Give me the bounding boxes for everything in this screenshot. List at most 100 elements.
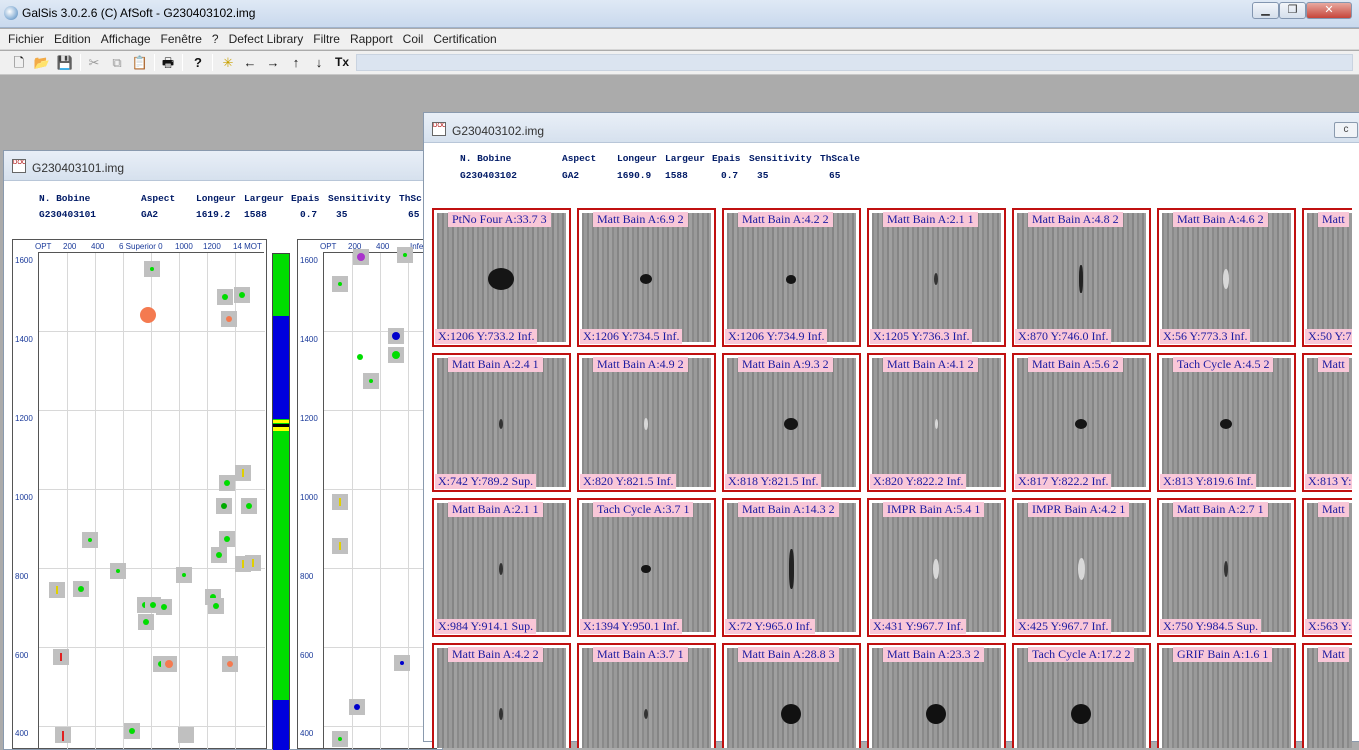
defect-tile[interactable]: Matt Bain A:3.7 1 (577, 643, 716, 748)
defect-tile[interactable]: Matt Bain A:4.9 2 X:820 Y:821.5 Inf. (577, 353, 716, 492)
defect-marker[interactable] (216, 498, 232, 514)
defect-marker[interactable] (397, 247, 413, 263)
defect-tile[interactable]: Matt (1302, 643, 1352, 748)
defect-tile[interactable]: IMPR Bain A:5.4 1 X:431 Y:967.7 Inf. (867, 498, 1006, 637)
menu-certification[interactable]: Certification (429, 29, 500, 49)
defect-marker[interactable] (144, 261, 160, 277)
menu-affichage[interactable]: Affichage (97, 29, 155, 49)
defect-tile[interactable]: Matt Bain A:14.3 2 X:72 Y:965.0 Inf. (722, 498, 861, 637)
defect-marker[interactable] (349, 699, 365, 715)
window-close-button[interactable]: c (1334, 122, 1358, 138)
superior-defect-map[interactable]: OPT 200 400 6 Superior 0 1000 1200 14 MO… (12, 239, 267, 749)
menu-help[interactable]: ? (208, 29, 223, 49)
defect-marker[interactable] (156, 599, 172, 615)
maximize-button[interactable]: ❐ (1279, 2, 1306, 19)
defect-tile[interactable]: Tach Cycle A:3.7 1 X:1394 Y:950.1 Inf. (577, 498, 716, 637)
defect-marker[interactable] (138, 614, 154, 630)
defect-tile[interactable]: GRIF Bain A:1.6 1 (1157, 643, 1296, 748)
defect-marker[interactable] (221, 311, 237, 327)
defect-marker[interactable] (219, 475, 235, 491)
close-button[interactable]: ✕ (1306, 2, 1352, 19)
coil-map-window[interactable]: DOC G230403101.img N. Bobine Aspect Long… (3, 150, 443, 750)
cut-icon[interactable]: ✂ (84, 53, 104, 72)
inferior-defect-map[interactable]: OPT 200 400 Infe 1600 1400 1200 1000 800… (297, 239, 437, 749)
defect-tile[interactable]: Matt Bain A:6.9 2 X:1206 Y:734.5 Inf. (577, 208, 716, 347)
menu-defect-library[interactable]: Defect Library (225, 29, 308, 49)
arrow-left-icon[interactable]: ← (240, 53, 260, 72)
help-icon[interactable]: ? (188, 53, 208, 72)
save-icon[interactable]: 💾 (55, 53, 75, 72)
defect-marker[interactable] (388, 328, 404, 344)
defect-tile[interactable]: Matt Bain A:2.1 1 X:1205 Y:736.3 Inf. (867, 208, 1006, 347)
defect-gallery-window[interactable]: DOC G230403102.img c N. Bobine Aspect Lo… (423, 112, 1359, 748)
defect-marker[interactable] (124, 723, 140, 739)
menu-fenetre[interactable]: Fenêtre (157, 29, 206, 49)
defect-tile[interactable]: Matt Bain A:2.1 1 X:984 Y:914.1 Sup. (432, 498, 571, 637)
defect-marker[interactable] (176, 567, 192, 583)
menu-fichier[interactable]: Fichier (4, 29, 48, 49)
window-title-bar[interactable]: DOC G230403102.img c (424, 113, 1359, 143)
defect-marker[interactable] (53, 649, 69, 665)
defect-marker[interactable] (161, 656, 177, 672)
arrow-down-icon[interactable]: ↓ (309, 53, 329, 72)
defect-tile[interactable]: Tach Cycle A:17.2 2 (1012, 643, 1151, 748)
sparkle-icon[interactable]: ✳ (218, 53, 238, 72)
defect-marker[interactable] (353, 249, 369, 265)
defect-marker[interactable] (211, 547, 227, 563)
defect-marker[interactable] (82, 532, 98, 548)
defect-marker[interactable] (332, 731, 348, 747)
defect-marker[interactable] (357, 354, 363, 360)
arrow-up-icon[interactable]: ↑ (286, 53, 306, 72)
defect-marker[interactable] (363, 373, 379, 389)
defect-marker[interactable] (73, 581, 89, 597)
print-icon[interactable]: 🖶 (158, 53, 178, 72)
defect-tile[interactable]: Matt Bain A:23.3 2 (867, 643, 1006, 748)
new-file-icon[interactable]: 🗋 (9, 53, 29, 72)
menu-filtre[interactable]: Filtre (309, 29, 344, 49)
defect-tile[interactable]: Matt X:813 Y: (1302, 353, 1352, 492)
defect-tile[interactable]: Matt X:50 Y:7 (1302, 208, 1352, 347)
defect-tile[interactable]: Matt Bain A:4.8 2 X:870 Y:746.0 Inf. (1012, 208, 1151, 347)
menu-edition[interactable]: Edition (50, 29, 95, 49)
defect-marker[interactable] (241, 498, 257, 514)
defect-marker[interactable] (388, 347, 404, 363)
menu-coil[interactable]: Coil (399, 29, 428, 49)
defect-tile[interactable]: Matt Bain A:28.8 3 (722, 643, 861, 748)
defect-tile[interactable]: Matt Bain A:4.2 2 X:1206 Y:734.9 Inf. (722, 208, 861, 347)
defect-tile[interactable]: Matt Bain A:4.1 2 X:820 Y:822.2 Inf. (867, 353, 1006, 492)
menu-rapport[interactable]: Rapport (346, 29, 397, 49)
defect-marker[interactable] (245, 555, 261, 571)
defect-tile[interactable]: Matt X:563 Y: (1302, 498, 1352, 637)
defect-tile[interactable]: PtNo Four A:33.7 3 X:1206 Y:733.2 Inf. (432, 208, 571, 347)
tx-icon[interactable]: Tx (332, 53, 352, 72)
defect-marker[interactable] (394, 655, 410, 671)
defect-marker[interactable] (217, 289, 233, 305)
defect-tile[interactable]: Matt Bain A:9.3 2 X:818 Y:821.5 Inf. (722, 353, 861, 492)
defect-marker[interactable] (55, 727, 71, 743)
window-title-bar[interactable]: DOC G230403101.img (4, 151, 442, 181)
defect-tile[interactable]: Matt Bain A:2.4 1 X:742 Y:789.2 Sup. (432, 353, 571, 492)
defect-marker[interactable] (49, 582, 65, 598)
minimize-button[interactable]: ▁ (1252, 2, 1279, 19)
defect-marker[interactable] (332, 276, 348, 292)
open-folder-icon[interactable]: 📂 (32, 53, 52, 72)
defect-tile[interactable]: Matt Bain A:4.6 2 X:56 Y:773.3 Inf. (1157, 208, 1296, 347)
defect-tile[interactable]: Matt Bain A:5.6 2 X:817 Y:822.2 Inf. (1012, 353, 1151, 492)
defect-marker[interactable] (140, 307, 156, 323)
defect-tile[interactable]: IMPR Bain A:4.2 1 X:425 Y:967.7 Inf. (1012, 498, 1151, 637)
defect-marker[interactable] (234, 287, 250, 303)
defect-marker[interactable] (332, 494, 348, 510)
defect-marker[interactable] (110, 563, 126, 579)
copy-icon[interactable]: ⧉ (107, 53, 127, 72)
defect-marker[interactable] (178, 727, 194, 743)
defect-tile[interactable]: Tach Cycle A:4.5 2 X:813 Y:819.6 Inf. (1157, 353, 1296, 492)
defect-tile[interactable]: Matt Bain A:2.7 1 X:750 Y:984.5 Sup. (1157, 498, 1296, 637)
defect-marker[interactable] (235, 465, 251, 481)
arrow-right-icon[interactable]: → (263, 53, 283, 72)
defect-marker[interactable] (222, 656, 238, 672)
defect-marker[interactable] (208, 598, 224, 614)
paste-icon[interactable]: 📋 (130, 53, 150, 72)
defect-marker[interactable] (219, 531, 235, 547)
defect-marker[interactable] (332, 538, 348, 554)
defect-tile[interactable]: Matt Bain A:4.2 2 (432, 643, 571, 748)
